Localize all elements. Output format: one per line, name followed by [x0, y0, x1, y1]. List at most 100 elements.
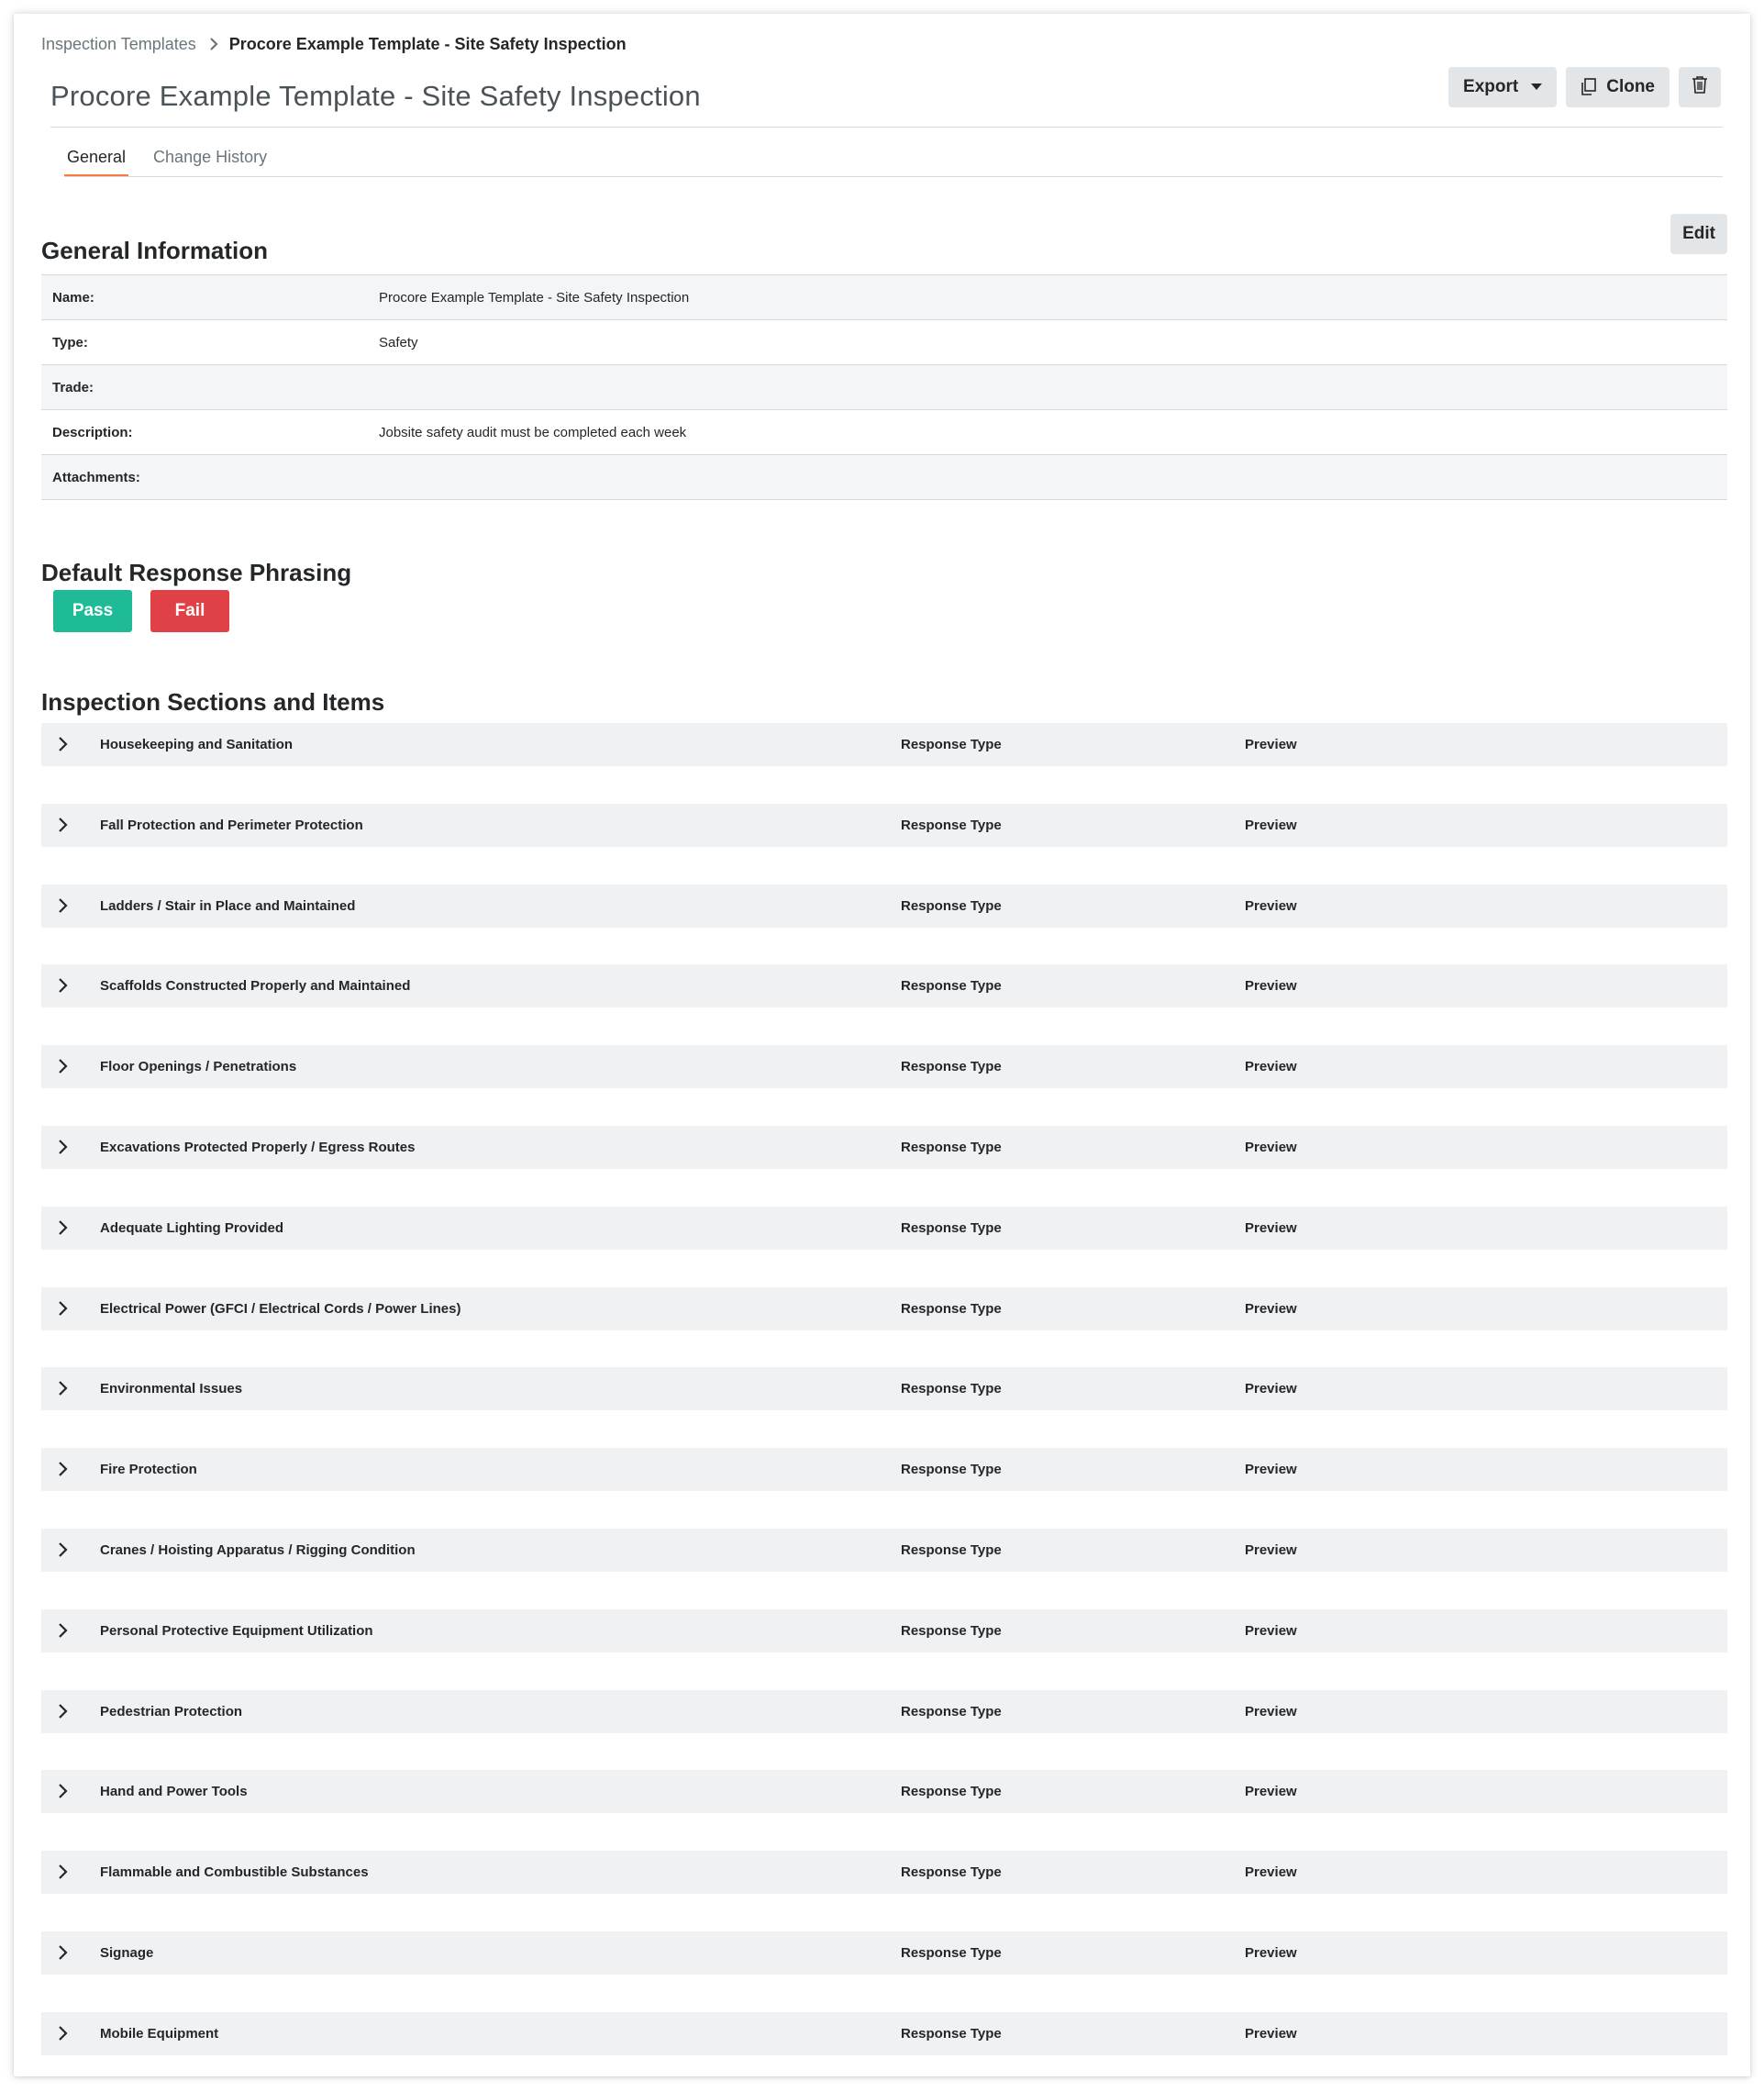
section-row[interactable]: Mobile Equipment Response Type Preview: [41, 2012, 1727, 2055]
chevron-right-icon[interactable]: [58, 1300, 68, 1317]
chevron-right-icon[interactable]: [58, 1461, 68, 1477]
export-button[interactable]: Export: [1448, 67, 1558, 107]
section-row[interactable]: Signage Response Type Preview: [41, 1931, 1727, 1975]
caret-down-icon: [1531, 83, 1543, 91]
page-title: Procore Example Template - Site Safety I…: [50, 80, 701, 112]
section-row[interactable]: Excavations Protected Properly / Egress …: [41, 1126, 1727, 1169]
response-type-header: Response Type: [901, 1059, 1002, 1074]
clone-button[interactable]: Clone: [1566, 67, 1670, 107]
chevron-right-icon[interactable]: [58, 1380, 68, 1397]
info-label: Type:: [52, 334, 88, 351]
section-row[interactable]: Fire Protection Response Type Preview: [41, 1448, 1727, 1491]
chevron-right-icon[interactable]: [58, 1058, 68, 1074]
response-phrasing-group: Pass Fail: [53, 590, 229, 632]
general-info-table: Name: Procore Example Template - Site Sa…: [41, 274, 1727, 500]
section-row[interactable]: Scaffolds Constructed Properly and Maint…: [41, 964, 1727, 1007]
response-type-header: Response Type: [901, 1462, 1002, 1477]
section-name: Ladders / Stair in Place and Maintained: [100, 898, 356, 914]
section-row[interactable]: Adequate Lighting Provided Response Type P…: [41, 1207, 1727, 1250]
section-row[interactable]: Housekeeping and Sanitation Response Type…: [41, 723, 1727, 766]
preview-header: Preview: [1245, 1220, 1297, 1236]
trash-icon: [1692, 75, 1708, 100]
default-response-phrasing-heading: Default Response Phrasing: [41, 559, 352, 586]
info-label: Description:: [52, 424, 133, 440]
preview-header: Preview: [1245, 1542, 1297, 1558]
response-type-header: Response Type: [901, 1381, 1002, 1397]
section-row[interactable]: Hand and Power Tools Response Type Preview: [41, 1770, 1727, 1813]
section-name: Personal Protective Equipment Utilizatio…: [100, 1623, 373, 1639]
preview-header: Preview: [1245, 1864, 1297, 1880]
preview-header: Preview: [1245, 1381, 1297, 1397]
general-information-heading: General Information: [41, 237, 269, 264]
preview-header: Preview: [1245, 1301, 1297, 1317]
chevron-right-icon[interactable]: [58, 1541, 68, 1558]
chevron-right-icon[interactable]: [58, 2025, 68, 2042]
tab-change-history[interactable]: Change History: [150, 148, 270, 177]
chevron-right-icon[interactable]: [58, 1622, 68, 1639]
delete-button[interactable]: [1679, 67, 1721, 107]
chevron-right-icon[interactable]: [58, 736, 68, 752]
info-row-attachments: Attachments:: [41, 455, 1727, 500]
section-name: Hand and Power Tools: [100, 1784, 248, 1799]
preview-header: Preview: [1245, 1704, 1297, 1719]
copy-icon: [1581, 78, 1597, 96]
export-button-label: Export: [1463, 77, 1519, 96]
response-type-header: Response Type: [901, 1945, 1002, 1961]
preview-header: Preview: [1245, 1059, 1297, 1074]
section-name: Floor Openings / Penetrations: [100, 1059, 297, 1074]
chevron-right-icon[interactable]: [58, 977, 68, 994]
section-name: Cranes / Hoisting Apparatus / Rigging Co…: [100, 1542, 416, 1558]
preview-header: Preview: [1245, 978, 1297, 994]
section-row[interactable]: Floor Openings / Penetrations Response Ty…: [41, 1045, 1727, 1088]
section-row[interactable]: Pedestrian Protection Response Type Previe…: [41, 1690, 1727, 1733]
section-name: Flammable and Combustible Substances: [100, 1864, 369, 1880]
info-value: Procore Example Template - Site Safety I…: [379, 289, 690, 306]
response-type-header: Response Type: [901, 2026, 1002, 2042]
section-row[interactable]: Ladders / Stair in Place and Maintained R…: [41, 885, 1727, 928]
preview-header: Preview: [1245, 737, 1297, 752]
section-row[interactable]: Flammable and Combustible Substances Resp…: [41, 1851, 1727, 1894]
info-value: Jobsite safety audit must be completed e…: [379, 424, 687, 440]
info-label: Trade:: [52, 379, 94, 395]
info-row-type: Type: Safety: [41, 320, 1727, 365]
edit-button[interactable]: Edit: [1670, 214, 1727, 254]
chevron-right-icon: [209, 37, 218, 51]
template-card: Inspection Templates Procore Example Tem…: [14, 14, 1750, 2076]
section-name: Environmental Issues: [100, 1381, 243, 1397]
response-type-header: Response Type: [901, 978, 1002, 994]
breadcrumb-link-inspection-templates[interactable]: Inspection Templates: [41, 35, 196, 54]
header-divider: [50, 127, 1723, 128]
section-row[interactable]: Cranes / Hoisting Apparatus / Rigging Co…: [41, 1529, 1727, 1572]
header-actions: Export Clone: [1448, 67, 1721, 107]
preview-header: Preview: [1245, 898, 1297, 914]
response-type-header: Response Type: [901, 818, 1002, 833]
response-type-header: Response Type: [901, 1140, 1002, 1155]
section-row[interactable]: Environmental Issues Response Type Preview: [41, 1367, 1727, 1410]
chevron-right-icon[interactable]: [58, 1783, 68, 1799]
section-name: Scaffolds Constructed Properly and Maint…: [100, 978, 411, 994]
response-type-header: Response Type: [901, 1220, 1002, 1236]
preview-header: Preview: [1245, 1623, 1297, 1639]
preview-header: Preview: [1245, 818, 1297, 833]
chevron-right-icon[interactable]: [58, 1219, 68, 1236]
fail-badge: Fail: [150, 590, 229, 632]
chevron-right-icon[interactable]: [58, 1703, 68, 1719]
preview-header: Preview: [1245, 1784, 1297, 1799]
response-type-header: Response Type: [901, 1301, 1002, 1317]
section-row[interactable]: Fall Protection and Perimeter Protection…: [41, 804, 1727, 847]
chevron-right-icon[interactable]: [58, 1944, 68, 1961]
response-type-header: Response Type: [901, 1704, 1002, 1719]
tab-general[interactable]: General: [64, 148, 129, 177]
section-name: Electrical Power (GFCI / Electrical Cord…: [100, 1301, 461, 1317]
chevron-right-icon[interactable]: [58, 817, 68, 833]
chevron-right-icon[interactable]: [58, 1864, 68, 1880]
chevron-right-icon[interactable]: [58, 1139, 68, 1155]
info-row-trade: Trade:: [41, 365, 1727, 410]
section-row[interactable]: Electrical Power (GFCI / Electrical Cord…: [41, 1287, 1727, 1330]
preview-header: Preview: [1245, 1140, 1297, 1155]
info-row-description: Description: Jobsite safety audit must b…: [41, 410, 1727, 455]
chevron-right-icon[interactable]: [58, 897, 68, 914]
section-row[interactable]: Personal Protective Equipment Utilizatio…: [41, 1609, 1727, 1652]
response-type-header: Response Type: [901, 1864, 1002, 1880]
tabs-divider: [64, 176, 1723, 177]
